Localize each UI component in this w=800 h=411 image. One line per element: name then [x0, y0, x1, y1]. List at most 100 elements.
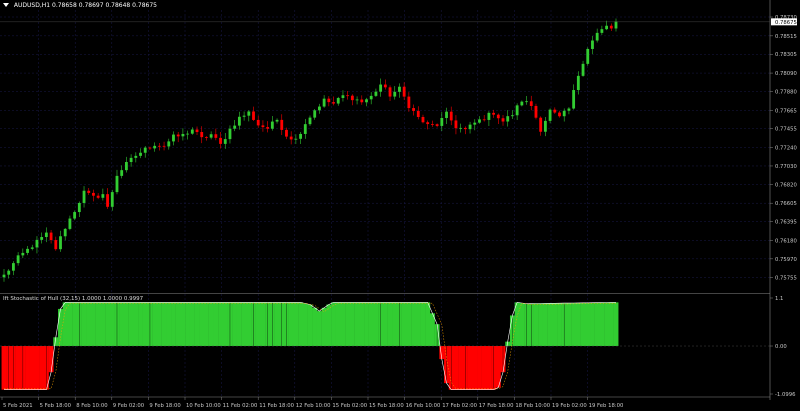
time-tick-label: 17 Feb 02:00: [442, 403, 477, 409]
candle-body: [313, 110, 317, 118]
histogram-bar: [218, 302, 224, 347]
histogram-bar: [368, 302, 374, 347]
histogram-bar: [246, 302, 252, 347]
candle-body: [336, 97, 340, 104]
histogram-bar: [566, 303, 572, 347]
histogram-bar: [594, 302, 600, 347]
candle-body: [511, 115, 514, 117]
candle-body: [73, 212, 77, 219]
histogram-bar: [255, 302, 261, 347]
time-tick-label: 18 Feb 10:00: [515, 403, 550, 409]
candle-body: [157, 145, 161, 147]
candle-body: [115, 175, 119, 193]
indicator-tick-label: 0.00: [775, 344, 787, 350]
candle-body: [445, 111, 448, 118]
histogram-bar: [472, 346, 478, 390]
histogram-bar: [67, 302, 73, 347]
histogram-bar: [34, 346, 40, 390]
chart-title: AUDUSD,H1 0.78658 0.78697 0.78648 0.7867…: [3, 2, 157, 9]
candle-body: [478, 119, 481, 123]
histogram-bar: [222, 302, 228, 347]
histogram-bar: [25, 346, 30, 390]
price-tick-label: 0.77665: [775, 108, 797, 114]
indicator-tick-label: 1.1: [775, 296, 783, 302]
histogram-bar: [1, 346, 7, 390]
candle-body: [605, 25, 608, 30]
candle-body: [520, 101, 524, 106]
candle-body: [586, 48, 590, 64]
candle-body: [369, 95, 373, 100]
histogram-bar: [128, 302, 134, 347]
histogram-bar: [194, 302, 200, 347]
candle-body: [567, 108, 571, 111]
histogram-bar: [185, 302, 191, 347]
candle-body: [209, 134, 213, 138]
candle-body: [124, 162, 128, 171]
candle-body: [289, 136, 293, 140]
candle-body: [525, 101, 528, 103]
candle-body: [82, 190, 86, 203]
histogram-bar: [585, 302, 591, 347]
price-tick-label: 0.78305: [775, 52, 797, 58]
histogram-bar: [547, 303, 553, 347]
indicator-title: Ift Stochastic of Hull (32,15) 1.0000 1.…: [3, 296, 144, 302]
candle-body: [543, 120, 547, 132]
histogram-bar: [538, 303, 544, 347]
histogram-bar: [590, 302, 595, 347]
histogram-bar: [274, 302, 280, 347]
candle-body: [506, 116, 510, 122]
histogram-bar: [580, 302, 586, 347]
histogram-bar: [72, 302, 78, 347]
histogram-bar: [335, 302, 341, 347]
candle-body: [21, 252, 25, 256]
candle-body: [440, 117, 444, 126]
histogram-bar: [429, 313, 435, 347]
histogram-bar: [109, 302, 115, 347]
candle-body: [562, 110, 566, 117]
candle-body: [459, 127, 463, 129]
candle-body: [402, 86, 406, 97]
chart-window[interactable]: 0.787300.785150.783050.780900.778800.776…: [0, 0, 800, 411]
candle: [534, 103, 538, 120]
candle-body: [143, 147, 147, 153]
candle-body: [16, 255, 20, 264]
candle-body: [383, 84, 387, 88]
time-tick-label: 16 Feb 10:00: [406, 403, 441, 409]
candle-body: [172, 134, 175, 142]
candle-body: [322, 98, 326, 107]
histogram-bar: [90, 302, 96, 347]
candle-body: [501, 118, 505, 122]
chevron-down-icon[interactable]: [3, 3, 9, 7]
candle-body: [398, 86, 401, 92]
candle-body: [412, 108, 415, 111]
candle-body: [129, 157, 133, 163]
histogram-bar: [236, 302, 242, 347]
histogram-bar: [326, 304, 332, 347]
histogram-bar: [316, 311, 322, 347]
time-tick-label: 12 Feb 10:00: [296, 403, 331, 409]
histogram-bar: [302, 303, 308, 347]
histogram-bar: [81, 302, 87, 347]
candle-body: [463, 127, 467, 130]
candle-body: [7, 270, 11, 275]
histogram-bar: [331, 302, 336, 347]
candle-body: [77, 202, 81, 213]
histogram-bar: [425, 302, 431, 347]
histogram-bar: [533, 303, 539, 347]
candle-body: [40, 237, 44, 240]
price-tick-label: 0.76820: [775, 182, 798, 188]
histogram-bar: [161, 302, 167, 347]
candle-body: [374, 91, 378, 96]
histogram-bar: [373, 302, 379, 347]
candle-body: [87, 190, 91, 193]
histogram-bar: [467, 346, 473, 390]
candle-body: [430, 124, 434, 125]
candle-body: [285, 129, 288, 137]
candle-body: [153, 145, 157, 149]
histogram-bar: [138, 302, 143, 347]
histogram-bar: [171, 302, 176, 347]
price-tick-label: 0.77880: [775, 89, 798, 95]
time-tick-label: 9 Feb 18:00: [149, 403, 181, 409]
histogram-bar: [571, 302, 577, 347]
candle-body: [139, 152, 142, 156]
